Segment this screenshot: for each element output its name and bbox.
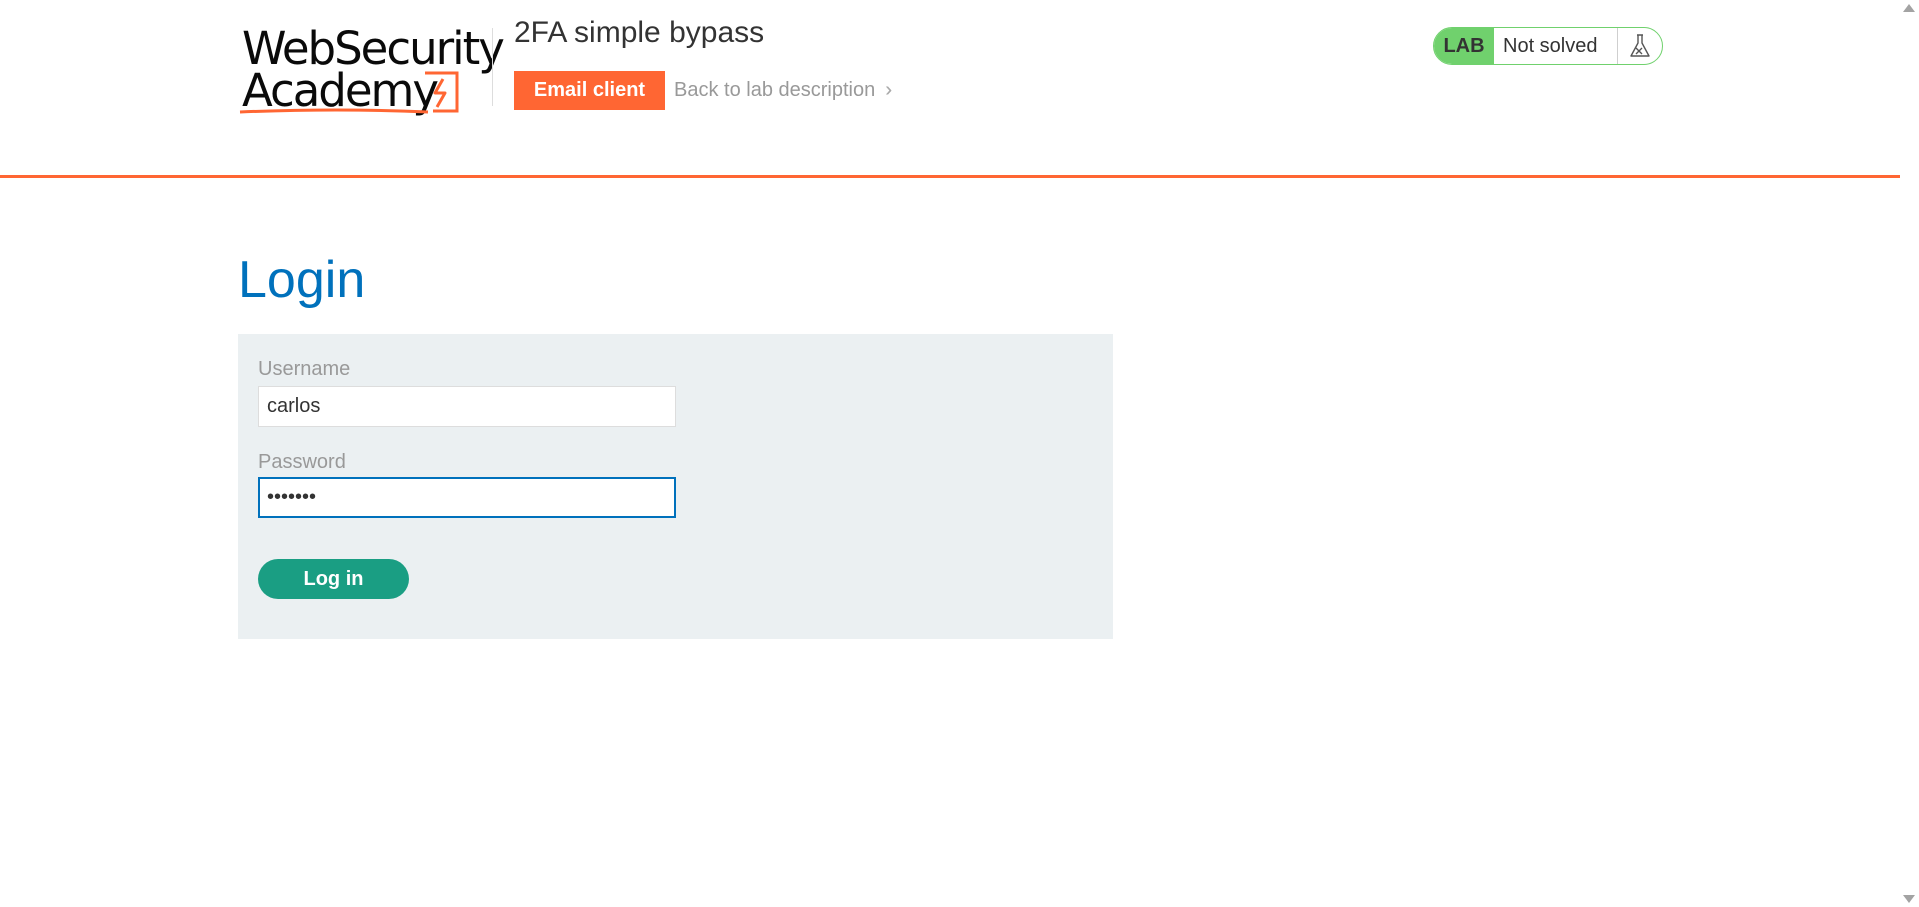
vertical-scrollbar[interactable] <box>1900 0 1919 907</box>
page: WebSecurity Academy 2FA simple bypass Em… <box>0 0 1919 907</box>
page-title: Login <box>238 251 366 309</box>
logo-underline-icon <box>239 108 429 114</box>
username-input[interactable] <box>258 386 676 427</box>
web-security-academy-logo[interactable]: WebSecurity Academy <box>238 22 505 118</box>
login-form: Username Password Log in <box>238 334 1113 639</box>
lab-status-text: Not solved <box>1494 28 1618 64</box>
back-to-lab-description-link[interactable]: Back to lab description › › <box>674 79 891 102</box>
lab-title: 2FA simple bypass <box>514 16 765 49</box>
scroll-down-arrow-icon[interactable] <box>1903 895 1915 903</box>
username-label: Username <box>258 358 351 380</box>
site-header: WebSecurity Academy 2FA simple bypass Em… <box>0 0 1900 178</box>
password-label: Password <box>258 451 346 473</box>
double-chevron-right-icon: › › <box>885 79 891 101</box>
lab-badge: LAB <box>1434 28 1494 64</box>
header-divider <box>492 28 493 106</box>
lab-status-widget: LAB Not solved <box>1433 27 1663 65</box>
back-link-label: Back to lab description <box>674 79 876 101</box>
login-button[interactable]: Log in <box>258 559 409 599</box>
password-input[interactable] <box>258 477 676 518</box>
email-client-button[interactable]: Email client <box>514 71 665 110</box>
scroll-up-arrow-icon[interactable] <box>1903 4 1915 12</box>
flask-icon <box>1618 28 1662 64</box>
